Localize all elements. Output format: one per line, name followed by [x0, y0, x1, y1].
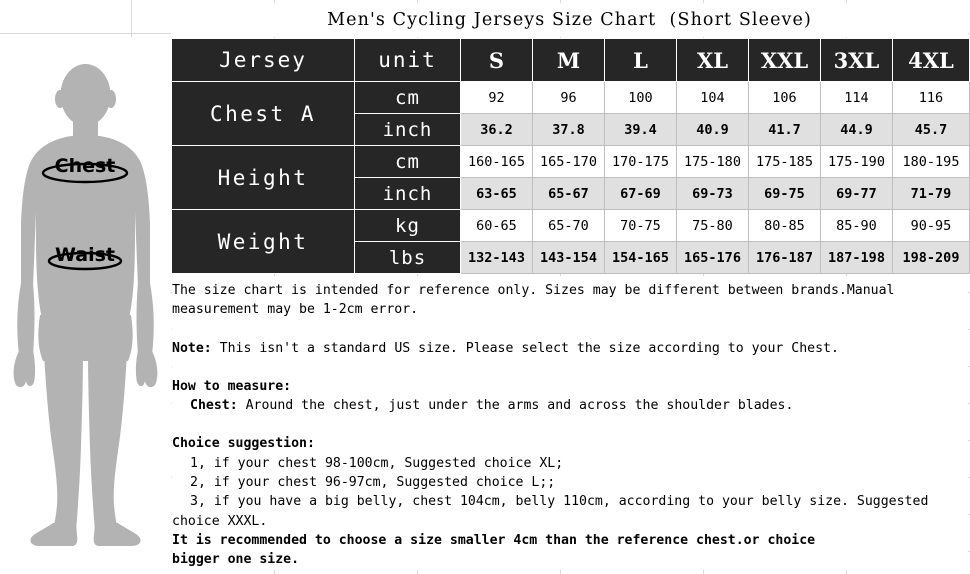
cell-height-cm-s: 160-165	[460, 145, 533, 178]
cell-height-inch-l: 67-69	[604, 177, 677, 210]
body-measurement-figure: Chest Waist	[0, 37, 171, 574]
cell-chest-cm-m: 96	[532, 81, 605, 114]
cell-height-cm-xxl: 175-185	[748, 145, 821, 178]
cell-height-cm-l: 170-175	[604, 145, 677, 178]
cell-weight-kg-xxl: 80-85	[748, 209, 821, 242]
cell-chest-inch-xxl: 41.7	[748, 113, 821, 146]
header-size-4xl: 4XL	[892, 38, 970, 82]
header-size-l: L	[604, 38, 677, 82]
header-size-3xl: 3XL	[820, 38, 893, 82]
how-to-measure-heading: How to measure:	[172, 378, 292, 394]
unit-chest-inch: inch	[354, 113, 461, 146]
cell-weight-lbs-m: 143-154	[532, 241, 605, 274]
choice-item-3-line2: choice XXXL.	[172, 513, 268, 529]
unit-weight-lbs: lbs	[354, 241, 461, 274]
cell-weight-kg-xl: 75-80	[676, 209, 749, 242]
disclaimer-line-1: The size chart is intended for reference…	[172, 283, 895, 298]
cell-height-inch-3xl: 69-77	[820, 177, 893, 210]
cell-height-inch-4xl: 71-79	[892, 177, 970, 210]
cell-weight-lbs-l: 154-165	[604, 241, 677, 274]
cell-height-cm-xl: 175-180	[676, 145, 749, 178]
cell-weight-lbs-xxl: 176-187	[748, 241, 821, 274]
cell-chest-inch-m: 37.8	[532, 113, 605, 146]
cell-weight-kg-4xl: 90-95	[892, 209, 970, 242]
unit-height-inch: inch	[354, 177, 461, 210]
cell-height-inch-xxl: 69-75	[748, 177, 821, 210]
page-title: Men's Cycling Jerseys Size Chart (Short …	[171, 3, 968, 37]
choice-suggestion-heading: Choice suggestion:	[172, 436, 315, 452]
chest-measure-desc: Around the chest, just under the arms an…	[237, 398, 794, 414]
cell-weight-kg-3xl: 85-90	[820, 209, 893, 242]
cell-height-cm-4xl: 180-195	[892, 145, 970, 178]
male-body-silhouette-icon: Chest Waist	[13, 64, 158, 546]
size-chart-table: Jersey unit S M L XL XXL 3XL 4XL Chest A…	[171, 38, 970, 274]
choice-item-2: 2, if your chest 96-97cm, Suggested choi…	[190, 475, 556, 491]
cell-chest-cm-xl: 104	[676, 81, 749, 114]
row-label-chest: Chest A	[171, 81, 355, 146]
cell-weight-kg-m: 65-70	[532, 209, 605, 242]
cell-weight-lbs-s: 132-143	[460, 241, 533, 274]
header-unit-label: unit	[354, 38, 461, 82]
cell-height-cm-3xl: 175-190	[820, 145, 893, 178]
table-row: Height cm 160-165 165-170 170-175 175-18…	[171, 145, 970, 210]
unit-chest-cm: cm	[354, 81, 461, 114]
header-jersey-label: Jersey	[171, 38, 355, 82]
cell-chest-cm-s: 92	[460, 81, 533, 114]
page-title-text: Men's Cycling Jerseys Size Chart (Short …	[327, 10, 812, 30]
cell-chest-inch-3xl: 44.9	[820, 113, 893, 146]
waist-measure-label: Waist	[55, 244, 115, 266]
header-size-xxl: XXL	[748, 38, 821, 82]
cell-chest-inch-l: 39.4	[604, 113, 677, 146]
cell-chest-cm-xxl: 106	[748, 81, 821, 114]
cell-weight-kg-l: 70-75	[604, 209, 677, 242]
choice-item-1: 1, if your chest 98-100cm, Suggested cho…	[190, 455, 564, 471]
chest-measure-label: Chest	[55, 155, 116, 177]
table-row: Weight kg 60-65 65-70 70-75 75-80 80-85 …	[171, 209, 970, 274]
cell-height-inch-m: 65-67	[532, 177, 605, 210]
unit-weight-kg: kg	[354, 209, 461, 242]
cell-chest-cm-4xl: 116	[892, 81, 970, 114]
cell-weight-lbs-xl: 165-176	[676, 241, 749, 274]
table-row: Chest A cm 92 96 100 104 106 114 116	[171, 81, 970, 146]
note-line: Note: This isn't a standard US size. Ple…	[172, 339, 968, 358]
size-chart-page: Men's Cycling Jerseys Size Chart (Short …	[0, 0, 970, 574]
recommendation-line-1: It is recommended to choose a size small…	[172, 532, 816, 548]
unit-height-cm: cm	[354, 145, 461, 178]
header-size-m: M	[532, 38, 605, 82]
recommendation-line-2: bigger one size.	[172, 552, 300, 568]
note-label: Note:	[172, 340, 212, 356]
cell-height-inch-s: 63-65	[460, 177, 533, 210]
chest-measure-key: Chest:	[190, 398, 238, 414]
cell-chest-inch-s: 36.2	[460, 113, 533, 146]
chest-measure-line: Chest: Around the chest, just under the …	[172, 396, 968, 415]
cell-height-cm-m: 165-170	[532, 145, 605, 178]
cell-weight-lbs-3xl: 187-198	[820, 241, 893, 274]
disclaimer-line-2: measurement may be 1-2cm error.	[172, 302, 419, 318]
header-size-s: S	[460, 38, 533, 82]
cell-height-inch-xl: 69-73	[676, 177, 749, 210]
cell-chest-cm-3xl: 114	[820, 81, 893, 114]
notes-section: The size chart is intended for reference…	[172, 276, 968, 570]
header-size-xl: XL	[676, 38, 749, 82]
row-label-height: Height	[171, 145, 355, 210]
cell-chest-inch-xl: 40.9	[676, 113, 749, 146]
cell-chest-cm-l: 100	[604, 81, 677, 114]
note-text: This isn't a standard US size. Please se…	[211, 340, 839, 356]
row-label-weight: Weight	[171, 209, 355, 274]
choice-item-3-line1: 3, if you have a big belly, chest 104cm,…	[190, 494, 929, 510]
cell-weight-kg-s: 60-65	[460, 209, 533, 242]
table-header-row: Jersey unit S M L XL XXL 3XL 4XL	[171, 38, 970, 82]
cell-chest-inch-4xl: 45.7	[892, 113, 970, 146]
cell-weight-lbs-4xl: 198-209	[892, 241, 970, 274]
